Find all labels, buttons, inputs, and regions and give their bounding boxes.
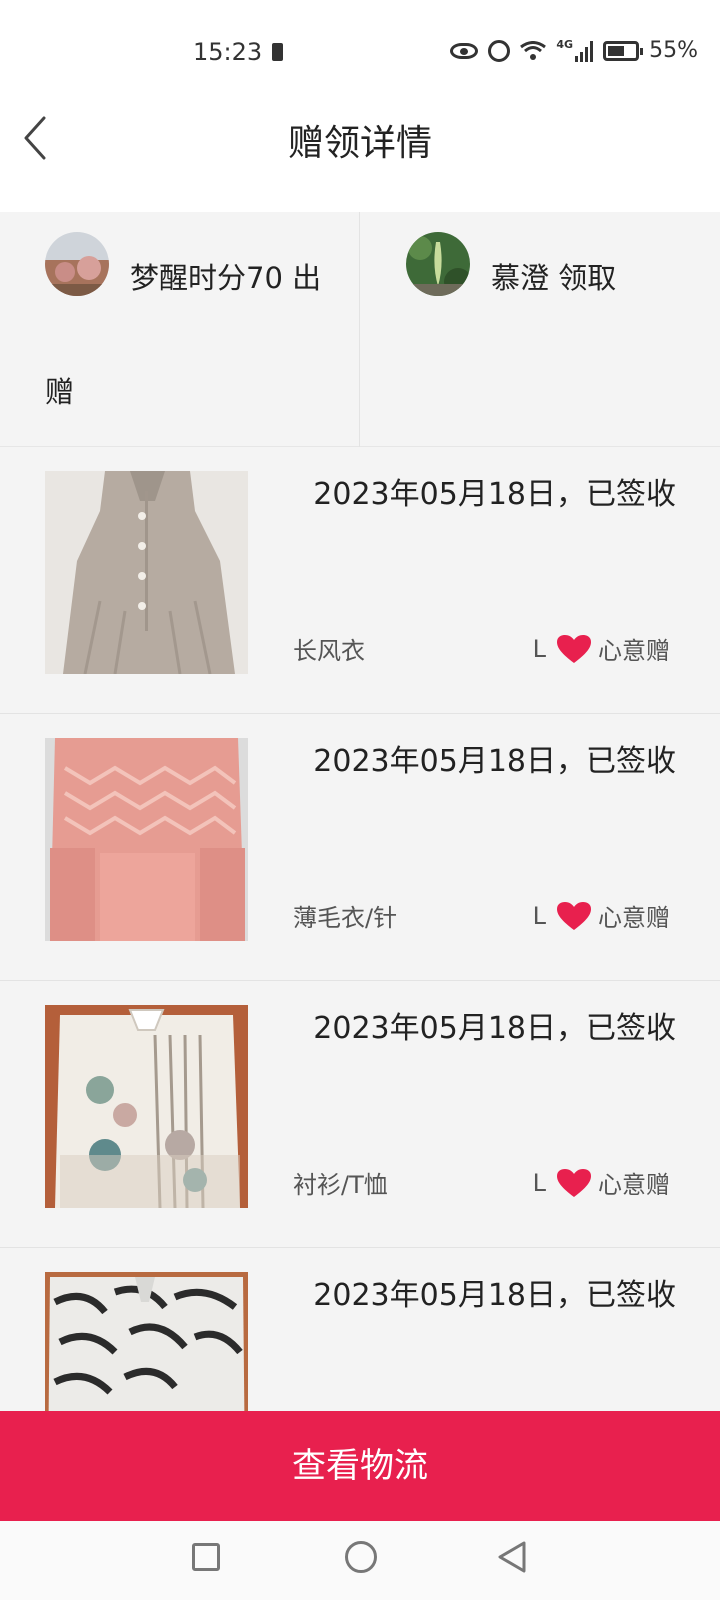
signal-icon: [575, 40, 594, 62]
giver-name-cont: 赠: [45, 375, 75, 409]
item-tag: 心意赠: [598, 637, 670, 665]
heart-icon: [557, 1168, 591, 1197]
receiver-card[interactable]: 慕澄 领取: [361, 212, 720, 447]
giver-card[interactable]: 梦醒时分70 出 赠: [0, 212, 360, 447]
status-icons: 4G 55%: [450, 38, 698, 63]
item-size: L: [532, 1168, 546, 1197]
list-item[interactable]: 2023年05月18日，已签收 长风衣 L 心意赠: [0, 447, 720, 714]
item-size: L: [532, 634, 546, 663]
item-name: 长风衣: [293, 637, 365, 665]
heart-icon: [557, 634, 591, 663]
item-image: [45, 738, 248, 941]
item-image: [45, 1005, 248, 1208]
receiver-avatar: [406, 232, 470, 296]
item-image: [45, 471, 248, 674]
eye-icon: [450, 42, 479, 59]
status-time: 15:23: [193, 38, 263, 66]
battery-percent: 55%: [649, 38, 698, 63]
wifi-icon: [520, 40, 547, 61]
item-status: 2023年05月18日，已签收: [313, 744, 676, 779]
page-title: 赠领详情: [287, 123, 432, 164]
item-name: 薄毛衣/针: [293, 904, 398, 932]
item-status: 2023年05月18日，已签收: [313, 477, 676, 512]
item-meta: L 心意赠: [533, 1165, 670, 1200]
system-nav-bar: [0, 1521, 720, 1600]
header: 赠领详情: [0, 100, 720, 212]
status-bar: 15:23 4G 55%: [0, 0, 720, 100]
item-meta: L 心意赠: [533, 898, 670, 933]
item-tag: 心意赠: [598, 904, 670, 932]
item-status: 2023年05月18日，已签收: [313, 1011, 676, 1046]
item-status: 2023年05月18日，已签收: [313, 1278, 676, 1313]
recent-apps-icon[interactable]: [192, 1543, 220, 1571]
battery-saver-icon: [272, 43, 283, 61]
receiver-name: 慕澄 领取: [491, 261, 617, 295]
users-section: 梦醒时分70 出 赠 慕澄 领取: [0, 212, 720, 447]
item-meta: L 心意赠: [533, 631, 670, 666]
item-size: L: [532, 901, 546, 930]
alarm-icon: [488, 39, 511, 62]
list-item[interactable]: 2023年05月18日，已签收 衬衫/T恤 L 心意赠: [0, 981, 720, 1248]
battery-icon: [603, 40, 644, 61]
item-tag: 心意赠: [598, 1171, 670, 1199]
item-name: 衬衫/T恤: [293, 1171, 388, 1199]
giver-name: 梦醒时分70 出: [130, 261, 322, 295]
giver-avatar: [45, 232, 109, 296]
heart-icon: [557, 901, 591, 930]
home-icon[interactable]: [345, 1541, 377, 1573]
list-item[interactable]: 2023年05月18日，已签收 薄毛衣/针 L 心意赠: [0, 714, 720, 981]
network-type: 4G: [556, 38, 574, 51]
back-triangle-icon[interactable]: [497, 1540, 527, 1574]
item-list: 2023年05月18日，已签收 长风衣 L 心意赠 2023年05月18日，已签…: [0, 447, 720, 1515]
view-logistics-button[interactable]: 查看物流: [0, 1411, 720, 1521]
